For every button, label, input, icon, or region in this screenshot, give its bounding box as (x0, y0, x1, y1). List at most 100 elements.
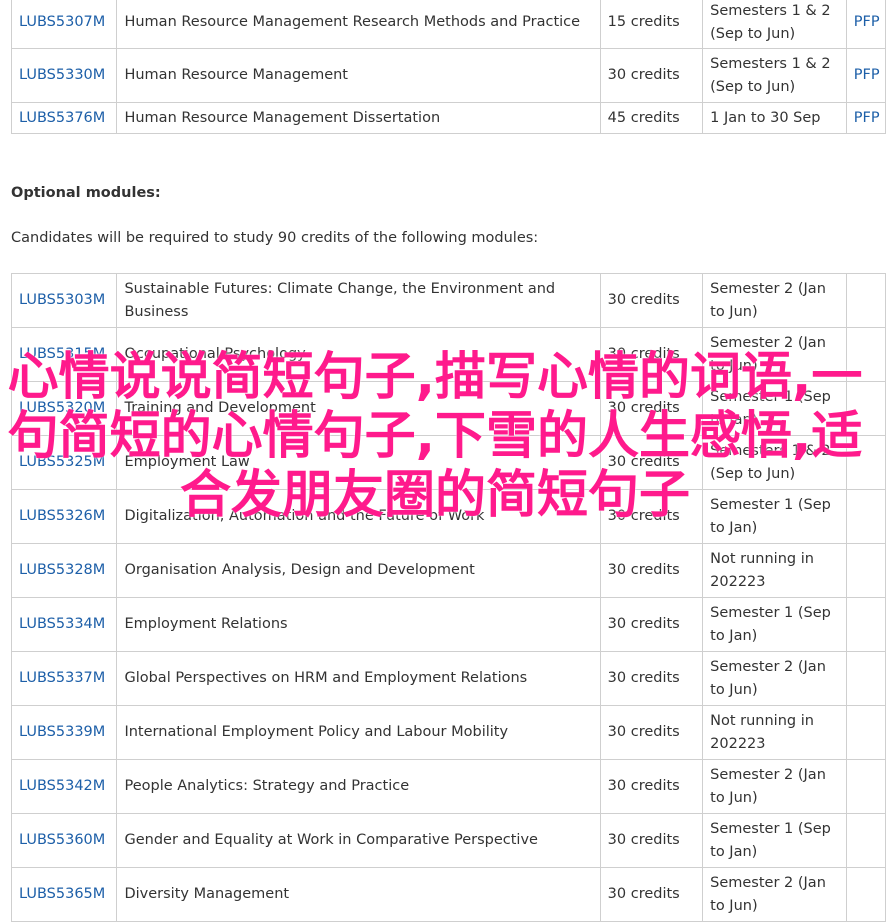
module-code-link-cell: LUBS5376M (10, 102, 118, 134)
module-code-link[interactable]: LUBS5320M (19, 400, 105, 416)
module-code-link[interactable]: LUBS5326M (19, 508, 105, 524)
table-row: LUBS5315M Occupational Psychology 30 credi… (10, 327, 887, 382)
module-code-link-cell: LUBS5330M (10, 48, 118, 103)
module-credits: 30 credits (607, 616, 680, 632)
module-code-link[interactable]: LUBS5342M (19, 778, 105, 794)
module-title-cell: Organisation Analysis, Design and Develo… (116, 543, 601, 598)
module-code-link[interactable]: LUBS5325M (19, 454, 105, 470)
module-credits: 15 credits (607, 14, 680, 30)
module-semester: Not running in 202223 (710, 550, 814, 590)
module-semester: Semester 1 (Sep to Jan) (710, 820, 831, 860)
module-credits: 30 credits (607, 400, 680, 416)
table-row: LUBS5342M People Analytics: Strategy and … (10, 759, 887, 814)
module-title: Human Resource Management (124, 67, 348, 83)
module-title-cell: Gender and Equality at Work in Comparati… (116, 813, 601, 868)
module-code-link-cell: LUBS5307M (10, 0, 118, 49)
module-code-link[interactable]: LUBS5315M (19, 346, 105, 362)
module-code-link-cell: LUBS5303M (10, 273, 118, 328)
module-credits-cell: 15 credits (599, 0, 704, 49)
module-title: Global Perspectives on HRM and Employmen… (124, 670, 528, 686)
pfp-link-cell: PFP (845, 102, 887, 134)
module-credits: 30 credits (607, 886, 680, 902)
module-semester: Semester 2 (Jan to Jun) (710, 658, 826, 698)
module-title-cell: Training and Development (116, 381, 601, 436)
module-credits-cell: 30 credits (599, 705, 704, 760)
table-row: LUBS5303M Sustainable Futures: Climate Ch… (10, 273, 887, 328)
module-code-link[interactable]: LUBS5303M (19, 292, 105, 308)
module-code-link[interactable]: LUBS5328M (19, 562, 105, 578)
module-credits-cell: 30 credits (599, 381, 704, 436)
module-code-link-cell: LUBS5360M (10, 813, 118, 868)
module-title-cell: International Employment Policy and Labo… (116, 705, 601, 760)
module-credits: 30 credits (607, 724, 680, 740)
empty-cell (845, 543, 887, 598)
module-code-link-cell: LUBS5339M (10, 705, 118, 760)
empty-cell (845, 381, 887, 436)
module-semester-cell: Semester 2 (Jan to Jun) (702, 759, 847, 814)
module-credits: 30 credits (607, 454, 680, 470)
module-credits: 30 credits (607, 562, 680, 578)
module-semester-cell: Semester 2 (Jan to Jun) (702, 273, 847, 328)
empty-cell (845, 273, 887, 328)
optional-modules-description: Candidates will be required to study 90 … (11, 230, 539, 246)
table-row: LUBS5326M Digitalization, Automation and … (10, 489, 887, 544)
module-semester: 1 Jan to 30 Sep (710, 109, 821, 126)
module-code-link-cell: LUBS5315M (10, 327, 118, 382)
table-row: LUBS5320M Training and Development 30 cred… (10, 381, 887, 436)
module-credits-cell: 30 credits (599, 813, 704, 868)
module-semester-cell: Semester 1 (Sep to Jan) (702, 489, 847, 544)
module-title: Human Resource Management Dissertation (124, 109, 441, 126)
module-credits: 30 credits (607, 832, 680, 848)
module-credits-cell: 30 credits (599, 651, 704, 706)
module-code-link-cell: LUBS5334M (10, 597, 118, 652)
module-semester-cell: 1 Jan to 30 Sep (702, 102, 847, 134)
table-row: LUBS5307M Human Resource Management Resea… (10, 0, 887, 49)
module-code-link[interactable]: LUBS5337M (19, 670, 105, 686)
module-semester: Semesters 1 & 2 (Sep to Jun) (710, 2, 831, 42)
module-title: Diversity Management (124, 886, 290, 902)
module-title: Digitalization, Automation and the Futur… (124, 508, 485, 524)
module-code-link[interactable]: LUBS5360M (19, 832, 105, 848)
module-semester-cell: Semesters 1 & 2 (Sep to Jun) (702, 0, 847, 49)
module-semester: Semester 1 (Sep to Jan) (710, 496, 831, 536)
module-credits-cell: 30 credits (599, 489, 704, 544)
module-credits: 30 credits (607, 508, 680, 524)
module-code-link[interactable]: LUBS5330M (19, 67, 105, 83)
pfp-link-cell: PFP (845, 0, 887, 49)
module-code-link-cell: LUBS5325M (10, 435, 118, 490)
module-code-link[interactable]: LUBS5339M (19, 724, 105, 740)
module-code-link-cell: LUBS5365M (10, 867, 118, 922)
module-credits-cell: 30 credits (599, 435, 704, 490)
empty-cell (845, 435, 887, 490)
module-credits-cell: 30 credits (599, 543, 704, 598)
module-code-link[interactable]: LUBS5334M (19, 616, 105, 632)
empty-cell (845, 705, 887, 760)
module-code-link-cell: LUBS5320M (10, 381, 118, 436)
module-title: Gender and Equality at Work in Comparati… (124, 832, 538, 848)
module-credits-cell: 30 credits (599, 327, 704, 382)
empty-cell (845, 759, 887, 814)
pfp-link[interactable]: PFP (854, 67, 880, 83)
module-code-link[interactable]: LUBS5365M (19, 886, 105, 902)
module-code-link-cell: LUBS5328M (10, 543, 118, 598)
pfp-link[interactable]: PFP (854, 110, 880, 126)
pfp-link[interactable]: PFP (854, 14, 880, 30)
module-code-link[interactable]: LUBS5307M (19, 14, 105, 30)
module-title: Human Resource Management Research Metho… (124, 14, 581, 30)
module-code-link[interactable]: LUBS5376M (19, 110, 105, 126)
module-title: International Employment Policy and Labo… (124, 724, 509, 740)
module-code-link-cell: LUBS5326M (10, 489, 118, 544)
module-semester: Semesters 1 & 2 (Sep to Jun) (710, 55, 831, 95)
module-credits-cell: 30 credits (599, 48, 704, 103)
module-semester: Semesters 1 & 2 (Sep to Jun) (710, 442, 831, 482)
module-semester: Semester 2 (Jan to Jun) (710, 280, 826, 320)
table-row: LUBS5334M Employment Relations 30 credits S… (10, 597, 887, 652)
table-row: LUBS5328M Organisation Analysis, Design a… (10, 543, 887, 598)
module-title-cell: Human Resource Management Research Metho… (116, 0, 601, 49)
empty-cell (845, 651, 887, 706)
module-credits: 45 credits (607, 109, 680, 126)
module-title-cell: Human Resource Management Dissertation (116, 102, 601, 134)
module-credits: 30 credits (607, 292, 680, 308)
module-title-cell: Employment Relations (116, 597, 601, 652)
module-semester-cell: Semesters 1 & 2 (Sep to Jun) (702, 435, 847, 490)
